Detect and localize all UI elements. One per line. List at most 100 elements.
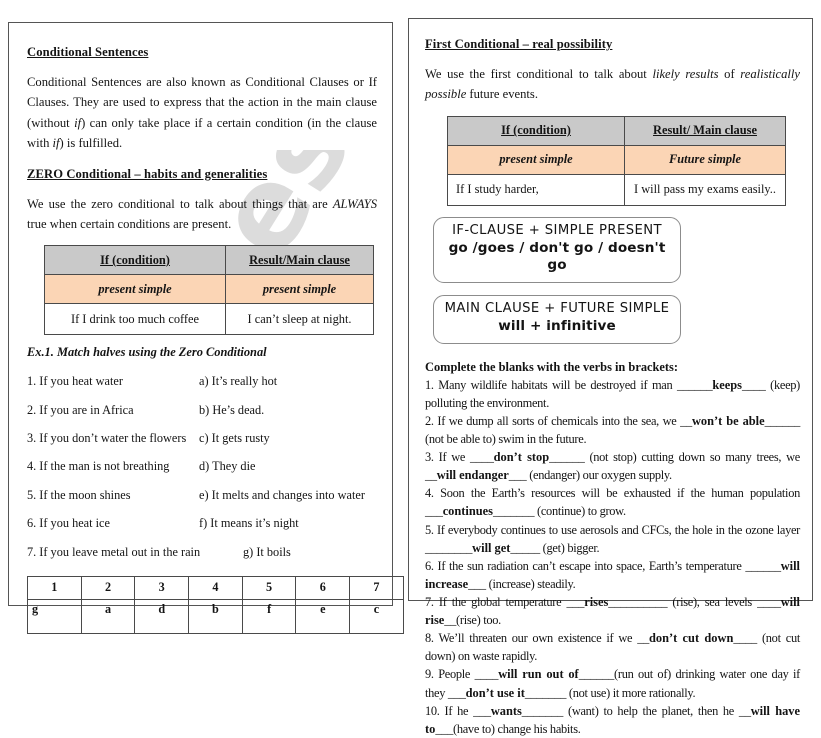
gapfill-10-pre: 10. If he ___ bbox=[425, 703, 491, 718]
gapfill-9-answer-2[interactable]: don’t use it bbox=[466, 686, 525, 700]
list-item: 4. Soon the Earth’s resources will be ex… bbox=[425, 484, 800, 520]
answer-value-7[interactable]: c bbox=[349, 598, 404, 634]
zero-conditional-description: We use the zero conditional to talk abou… bbox=[27, 194, 377, 235]
tense-if-clause: present simple bbox=[447, 144, 625, 175]
gapfill-9-post-2: _______ (not use) it more rationally. bbox=[524, 685, 696, 700]
match-right-a: a) It’s really hot bbox=[199, 374, 278, 389]
answer-value-1[interactable]: g bbox=[27, 598, 82, 634]
answer-number-2: 2 bbox=[80, 575, 136, 600]
gapfill-instruction: Complete the blanks with the verbs in br… bbox=[425, 359, 678, 374]
match-left-7: 7. If you leave metal out in the rain bbox=[27, 544, 201, 559]
list-item: 6. If you heat ice f) It means it’s nigh… bbox=[27, 516, 377, 531]
gapfill-exercise: Complete the blanks with the verbs in br… bbox=[425, 358, 800, 738]
callout-if-clause-rule: IF-CLAUSE + SIMPLE PRESENT go /goes / do… bbox=[433, 216, 681, 284]
list-item: 4. If the man is not breathing d) They d… bbox=[27, 459, 377, 474]
exercise-1-label: Ex.1. Match halves using the Zero Condit… bbox=[27, 345, 267, 360]
right-panel: First Conditional – real possibility We … bbox=[408, 18, 813, 736]
intro-paragraph: Conditional Sentences are also known as … bbox=[27, 72, 377, 154]
table-example-row: If I study harder, I will pass my exams … bbox=[447, 173, 786, 206]
list-item: 2. If you are in Africa b) He’s dead. bbox=[27, 403, 377, 418]
callout-1-line-1: IF-CLAUSE + SIMPLE PRESENT bbox=[452, 222, 662, 238]
header-if-condition: If (condition) bbox=[447, 115, 625, 146]
match-right-e: e) It melts and changes into water bbox=[199, 487, 365, 502]
fc-desc-likely-results: likely results bbox=[652, 67, 719, 81]
gapfill-3-answer-2[interactable]: will endanger bbox=[437, 468, 509, 482]
example-main-clause: I will pass my exams easily.. bbox=[624, 173, 786, 206]
zero-conditional-heading: ZERO Conditional – habits and generaliti… bbox=[27, 166, 268, 181]
list-item: 5. If the moon shines e) It melts and ch… bbox=[27, 488, 377, 503]
answer-number-4: 4 bbox=[188, 575, 243, 600]
gapfill-5-post: _____ (get) bigger. bbox=[510, 540, 600, 555]
table-header-row: If (condition) Result/Main clause bbox=[44, 245, 374, 276]
intro-part-c: ) is fulfilled. bbox=[59, 136, 123, 151]
zero-desc-b: true when certain conditions are present… bbox=[27, 216, 232, 231]
tense-if-clause: present simple bbox=[44, 274, 226, 305]
list-item: 8. We’ll threaten our own existence if w… bbox=[425, 629, 800, 665]
gapfill-4-post: _______ (continue) to grow. bbox=[492, 504, 626, 519]
gapfill-8-answer[interactable]: don’t cut down bbox=[649, 631, 733, 645]
gapfill-6-pre: 6. If the sun radiation can’t escape int… bbox=[425, 558, 781, 573]
gapfill-9-answer[interactable]: will run out of bbox=[498, 667, 578, 681]
answer-key-answer-row: g a d b f e c bbox=[27, 598, 404, 634]
fc-desc-a: We use the first conditional to talk abo… bbox=[425, 67, 653, 81]
first-conditional-table: If (condition) Result/ Main clause prese… bbox=[447, 115, 786, 206]
answer-value-2[interactable]: a bbox=[80, 598, 136, 634]
table-tense-row: present simple Future simple bbox=[447, 144, 786, 175]
answer-value-5[interactable]: f bbox=[241, 598, 297, 634]
list-item: 5. If everybody continues to use aerosol… bbox=[425, 521, 800, 557]
match-right-f: f) It means it’s night bbox=[199, 516, 299, 531]
gapfill-7-pre: 7. If the global temperature ___ bbox=[425, 595, 585, 609]
example-if-clause: If I study harder, bbox=[447, 173, 625, 206]
list-item: 2. If we dump all sorts of chemicals int… bbox=[425, 412, 800, 448]
answer-value-4[interactable]: b bbox=[188, 598, 243, 634]
gapfill-10-post-2: ___(have to) change his habits. bbox=[435, 721, 581, 736]
callout-2-line-1: MAIN CLAUSE + FUTURE SIMPLE bbox=[444, 301, 670, 317]
gapfill-7-answer[interactable]: rises bbox=[584, 595, 608, 609]
list-item: 1. If you heat water a) It’s really hot bbox=[27, 374, 377, 389]
gapfill-10-post: _______ (want) to help the planet, then … bbox=[521, 703, 751, 718]
gapfill-1-answer[interactable]: keeps bbox=[712, 378, 742, 392]
list-item: 3. If we ____don’t stop______ (not stop)… bbox=[425, 448, 800, 484]
callout-1-line-2: go /goes / don't go / doesn't go bbox=[448, 239, 666, 274]
gapfill-3-pre: 3. If we ____ bbox=[425, 450, 494, 465]
gapfill-2-pre: 2. If we dump all sorts of chemicals int… bbox=[425, 413, 692, 428]
answer-number-5: 5 bbox=[241, 575, 297, 600]
answer-number-3: 3 bbox=[134, 575, 190, 600]
list-item: 3. If you don’t water the flowers c) It … bbox=[27, 431, 377, 446]
list-item: 6. If the sun radiation can’t escape int… bbox=[425, 557, 800, 593]
gapfill-5-answer[interactable]: will get bbox=[472, 541, 510, 555]
gapfill-9-pre: 9. People ____ bbox=[425, 667, 499, 682]
gapfill-4-answer[interactable]: continues bbox=[443, 504, 493, 518]
list-item: 10. If he ___wants_______ (want) to help… bbox=[425, 702, 800, 738]
answer-value-6[interactable]: e bbox=[295, 598, 351, 634]
callout-main-clause-rule: MAIN CLAUSE + FUTURE SIMPLE will + infin… bbox=[433, 295, 681, 344]
gapfill-8-pre: 8. We’ll threaten our own existence if w… bbox=[425, 631, 649, 646]
answer-key-number-row: 1 2 3 4 5 6 7 bbox=[27, 575, 404, 600]
gapfill-7-post: __________ (rise), sea levels ____ bbox=[608, 595, 781, 609]
left-panel: Conditional Sentences Conditional Senten… bbox=[8, 22, 404, 634]
match-left-2: 2. If you are in Africa bbox=[27, 402, 134, 417]
example-if-clause: If I drink too much coffee bbox=[44, 303, 226, 336]
worksheet-page: eslprintables.com Conditional Sentences … bbox=[0, 0, 821, 736]
tense-main-clause: present simple bbox=[225, 274, 374, 305]
zero-desc-a: We use the zero conditional to talk abou… bbox=[27, 196, 333, 211]
table-example-row: If I drink too much coffee I can’t sleep… bbox=[44, 303, 374, 336]
gapfill-10-answer[interactable]: wants bbox=[491, 704, 522, 718]
gapfill-3-answer[interactable]: don’t stop bbox=[494, 450, 550, 464]
match-right-b: b) He’s dead. bbox=[199, 402, 265, 417]
gapfill-7-post-2: __(rise) too. bbox=[444, 613, 501, 628]
gapfill-2-answer[interactable]: won’t be able bbox=[692, 414, 765, 428]
callout-2-line-2: will + infinitive bbox=[498, 317, 616, 334]
gapfill-1-pre: 1. Many wildlife habitats will be destro… bbox=[425, 377, 713, 392]
match-left-5: 5. If the moon shines bbox=[27, 487, 131, 502]
list-item: 9. People ____will run out of______(run … bbox=[425, 665, 800, 701]
gapfill-3-post-2: ___ (endanger) our oxygen supply. bbox=[508, 468, 672, 483]
answer-number-1: 1 bbox=[27, 575, 82, 600]
answer-number-7: 7 bbox=[349, 575, 404, 600]
answer-value-3[interactable]: d bbox=[134, 598, 190, 634]
match-right-c: c) It gets rusty bbox=[199, 431, 270, 446]
tense-main-clause: Future simple bbox=[624, 144, 786, 175]
gapfill-6-post: ___ (increase) steadily. bbox=[468, 576, 576, 591]
fc-desc-b: of bbox=[718, 67, 741, 81]
first-conditional-heading: First Conditional – real possibility bbox=[425, 37, 613, 51]
